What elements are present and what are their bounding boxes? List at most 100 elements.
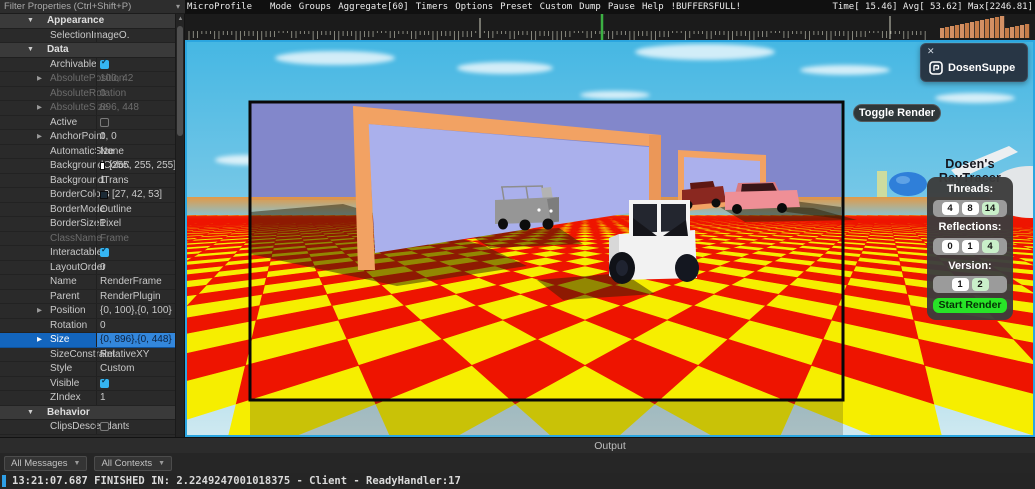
property-value[interactable]: RenderFrame	[96, 275, 176, 289]
property-value[interactable]: 896, 448	[96, 101, 176, 115]
property-row[interactable]: Interactable	[0, 246, 176, 261]
property-row[interactable]: ▶ AnchorPoint 0, 0	[0, 130, 176, 145]
property-value[interactable]: 100, 42	[96, 72, 176, 86]
3d-viewport[interactable]: ✕ DosenSuppe Toggle Render Dosen's RayTr…	[185, 40, 1035, 437]
property-section[interactable]: ▼ Data	[0, 43, 176, 58]
property-value[interactable]	[96, 28, 176, 42]
property-value[interactable]: 0, 0	[96, 130, 176, 144]
checkbox-checked[interactable]	[100, 246, 109, 258]
property-row[interactable]: BackgroundTrans... 1	[0, 173, 176, 188]
output-log-row[interactable]: 13:21:07.687 FINISHED IN: 2.224924700101…	[0, 473, 1035, 489]
menu-item[interactable]: Dump	[579, 2, 601, 12]
section-collapse-icon[interactable]: ▼	[27, 409, 34, 416]
property-value[interactable]: RenderPlugin	[96, 289, 176, 303]
property-value[interactable]: {0, 100},{0, 100}	[96, 304, 176, 318]
green-block[interactable]	[877, 171, 887, 197]
property-row[interactable]: BorderMode Outline	[0, 202, 176, 217]
filter-dropdown-caret-icon[interactable]: ▾	[171, 2, 185, 11]
property-row[interactable]: LayoutOrder 0	[0, 260, 176, 275]
property-row[interactable]: ▶ Position {0, 100},{0, 100}	[0, 304, 176, 319]
property-value[interactable]: [255, 255, 255]	[96, 159, 176, 173]
property-value[interactable]: Outline	[96, 202, 176, 216]
output-tab[interactable]: Output	[185, 438, 1035, 454]
properties-filter-input[interactable]	[0, 0, 171, 13]
property-value[interactable]	[96, 246, 176, 260]
property-row[interactable]: Name RenderFrame	[0, 275, 176, 290]
menu-item[interactable]: Aggregate[60]	[338, 2, 408, 12]
scroll-up-icon[interactable]: ▲	[176, 15, 185, 24]
scrollbar-thumb[interactable]	[177, 26, 183, 136]
property-value[interactable]: 0	[96, 260, 176, 274]
property-value[interactable]: None	[96, 144, 176, 158]
property-row[interactable]: BorderColor3 [27, 42, 53]	[0, 188, 176, 203]
checkbox-checked[interactable]	[100, 377, 109, 388]
menu-item[interactable]: Preset	[500, 2, 533, 12]
property-row[interactable]: AbsoluteRotation 0	[0, 86, 176, 101]
raytracer-option[interactable]: 4	[941, 201, 959, 215]
property-row[interactable]: ▶ AbsolutePosition 100, 42	[0, 72, 176, 87]
expand-icon[interactable]: ▶	[37, 101, 42, 116]
all-contexts-dropdown[interactable]: All Contexts ▼	[94, 455, 173, 471]
property-row[interactable]: ClipsDescendants	[0, 420, 176, 435]
section-collapse-icon[interactable]: ▼	[27, 46, 34, 53]
scene-canvas[interactable]	[185, 40, 1035, 437]
property-row[interactable]: Visible	[0, 376, 176, 391]
property-value[interactable]	[96, 57, 176, 71]
menu-item[interactable]: !BUFFERSFULL!	[671, 2, 741, 12]
expand-icon[interactable]: ▶	[37, 304, 42, 319]
all-messages-dropdown[interactable]: All Messages ▼	[4, 455, 88, 471]
menu-item[interactable]: Groups	[299, 2, 332, 12]
property-row[interactable]: BorderSizePixel 1	[0, 217, 176, 232]
property-row[interactable]: ▶ Size {0, 896},{0, 448}	[0, 333, 176, 348]
property-row[interactable]: ClassName Frame	[0, 231, 176, 246]
property-value[interactable]: 1	[96, 217, 176, 231]
property-section[interactable]: ▼ Behavior	[0, 405, 176, 420]
property-row[interactable]: SelectionImageO...	[0, 28, 176, 43]
close-icon[interactable]: ✕	[927, 46, 935, 56]
menu-item[interactable]: MicroProfile	[187, 2, 252, 12]
menu-item[interactable]: Options	[455, 2, 493, 12]
property-value[interactable]: RelativeXY	[96, 347, 176, 361]
property-row[interactable]: ▶ AbsoluteSize 896, 448	[0, 101, 176, 116]
color-swatch[interactable]	[100, 190, 108, 199]
property-row[interactable]: Archivable	[0, 57, 176, 72]
menu-item[interactable]: Pause	[608, 2, 635, 12]
microprofile-graph[interactable]	[185, 14, 1035, 40]
menu-item[interactable]: Help	[642, 2, 664, 12]
property-value[interactable]: Custom	[96, 362, 176, 376]
property-value[interactable]: 0	[96, 86, 176, 100]
property-value[interactable]	[96, 420, 176, 434]
property-value[interactable]: 1	[96, 391, 176, 405]
checkbox-checked[interactable]	[100, 58, 109, 69]
menu-item[interactable]: Mode	[270, 2, 292, 12]
raytracer-option[interactable]: 1	[961, 239, 979, 253]
toggle-render-button[interactable]: Toggle Render	[853, 104, 941, 122]
property-value[interactable]: [27, 42, 53]	[96, 188, 176, 202]
start-render-button[interactable]: Start Render	[933, 297, 1007, 313]
menu-item[interactable]: Timers	[416, 2, 449, 12]
raytracer-option[interactable]: 4	[981, 239, 999, 253]
property-value[interactable]: 1	[96, 173, 176, 187]
raytracer-option[interactable]: 2	[971, 278, 989, 292]
property-row[interactable]: ZIndex 1	[0, 391, 176, 406]
properties-scrollbar[interactable]: ▲	[175, 14, 184, 437]
property-section[interactable]: ▼ Appearance	[0, 14, 176, 29]
property-row[interactable]: Style Custom	[0, 362, 176, 377]
expand-icon[interactable]: ▶	[37, 333, 42, 348]
property-value[interactable]: Frame	[96, 231, 176, 245]
property-row[interactable]: Parent RenderPlugin	[0, 289, 176, 304]
property-value[interactable]: {0, 896},{0, 448}	[96, 333, 176, 347]
property-value[interactable]	[96, 376, 176, 390]
menu-item[interactable]: Custom	[540, 2, 573, 12]
section-collapse-icon[interactable]: ▼	[27, 17, 34, 24]
expand-icon[interactable]: ▶	[37, 130, 42, 145]
property-row[interactable]: BackgroundColor3 [255, 255, 255]	[0, 159, 176, 174]
raytracer-option[interactable]: 0	[941, 239, 959, 253]
raytracer-option[interactable]: 14	[981, 201, 999, 215]
checkbox-unchecked[interactable]	[100, 117, 109, 127]
color-swatch[interactable]	[100, 161, 106, 170]
property-value[interactable]	[96, 115, 176, 129]
property-row[interactable]: SizeConstraint RelativeXY	[0, 347, 176, 362]
expand-icon[interactable]: ▶	[37, 72, 42, 87]
raytracer-option[interactable]: 1	[951, 278, 969, 292]
